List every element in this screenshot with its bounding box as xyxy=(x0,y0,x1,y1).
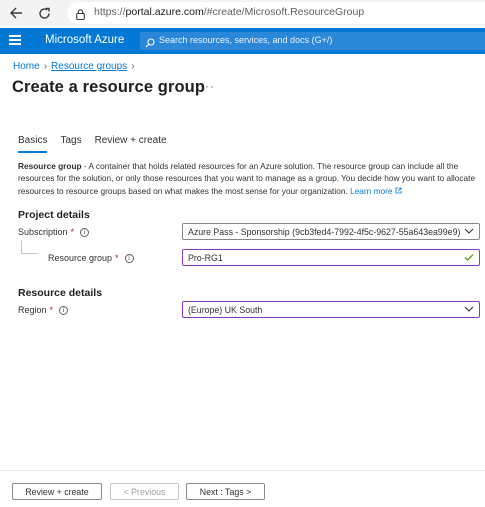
info-icon[interactable]: i xyxy=(124,253,134,263)
breadcrumb-resource-groups[interactable]: Resource groups xyxy=(51,61,127,72)
next-tags-button[interactable]: Next : Tags > xyxy=(186,483,265,500)
learn-more-link[interactable]: Learn more xyxy=(350,186,402,196)
resource-details-heading: Resource details xyxy=(18,287,103,299)
more-options-icon[interactable]: ··· xyxy=(200,79,215,93)
back-arrow-icon[interactable] xyxy=(7,4,25,22)
resource-group-value: Pro-RG1 xyxy=(188,253,223,263)
resource-group-label: Resource group * i xyxy=(48,253,134,263)
lock-icon[interactable] xyxy=(76,7,85,25)
tree-connector xyxy=(21,240,22,253)
region-value: (Europe) UK South xyxy=(188,305,263,315)
learn-more-label: Learn more xyxy=(350,185,393,196)
tab-basics[interactable]: Basics xyxy=(18,135,48,153)
subscription-label: Subscription * i xyxy=(18,227,90,237)
project-details-heading: Project details xyxy=(18,209,90,221)
subscription-value: Azure Pass - Sponsorship (9cb3fed4-7992-… xyxy=(188,227,461,237)
info-icon[interactable]: i xyxy=(59,305,69,315)
previous-button[interactable]: < Previous xyxy=(110,483,179,500)
tab-review-create[interactable]: Review + create xyxy=(95,135,167,151)
chevron-down-icon xyxy=(464,228,474,234)
brand-name[interactable]: Microsoft Azure xyxy=(45,34,124,46)
required-asterisk: * xyxy=(70,227,75,237)
chevron-right-icon: › xyxy=(43,61,48,72)
address-bar[interactable]: https://portal.azure.com/#create/Microso… xyxy=(67,2,485,24)
resource-group-description: Resource group - A container that holds … xyxy=(18,160,480,197)
subscription-label-text: Subscription xyxy=(18,227,68,237)
description-text: - A container that holds related resourc… xyxy=(18,161,476,196)
menu-icon[interactable] xyxy=(9,35,21,45)
url-text: https://portal.azure.com/#create/Microso… xyxy=(94,6,364,18)
description-term: Resource group xyxy=(18,161,82,171)
region-dropdown[interactable]: (Europe) UK South xyxy=(182,301,480,318)
search-icon xyxy=(145,35,155,53)
info-icon[interactable]: i xyxy=(80,227,90,237)
page-title: Create a resource group xyxy=(12,78,206,96)
azure-top-bar: Microsoft Azure Search resources, servic… xyxy=(0,28,485,54)
tab-tags[interactable]: Tags xyxy=(60,135,81,151)
breadcrumb: Home › Resource groups › xyxy=(13,61,135,72)
global-search-input[interactable]: Search resources, services, and docs (G+… xyxy=(140,32,485,50)
region-label-text: Region xyxy=(18,305,47,315)
tree-connector xyxy=(21,253,38,254)
required-asterisk: * xyxy=(115,253,119,263)
footer-divider xyxy=(0,470,485,471)
region-label: Region * i xyxy=(18,305,69,315)
url-host: portal.azure.com xyxy=(125,6,204,18)
url-prefix: https:// xyxy=(94,6,126,18)
required-asterisk: * xyxy=(49,305,54,315)
review-create-button[interactable]: Review + create xyxy=(12,483,102,500)
browser-toolbar: https://portal.azure.com/#create/Microso… xyxy=(0,0,485,26)
subscription-dropdown[interactable]: Azure Pass - Sponsorship (9cb3fed4-7992-… xyxy=(182,223,480,240)
breadcrumb-home[interactable]: Home xyxy=(13,61,40,72)
external-link-icon xyxy=(395,187,402,193)
resource-group-label-text: Resource group xyxy=(48,253,113,263)
checkmark-icon xyxy=(464,254,474,262)
search-placeholder: Search resources, services, and docs (G+… xyxy=(159,35,333,45)
refresh-icon[interactable] xyxy=(35,4,53,22)
url-path: /#create/Microsoft.ResourceGroup xyxy=(203,6,365,18)
chevron-down-icon xyxy=(464,306,474,312)
chevron-right-icon: › xyxy=(131,61,135,72)
tab-bar: Basics Tags Review + create xyxy=(18,135,180,153)
resource-group-input[interactable]: Pro-RG1 xyxy=(182,249,480,266)
